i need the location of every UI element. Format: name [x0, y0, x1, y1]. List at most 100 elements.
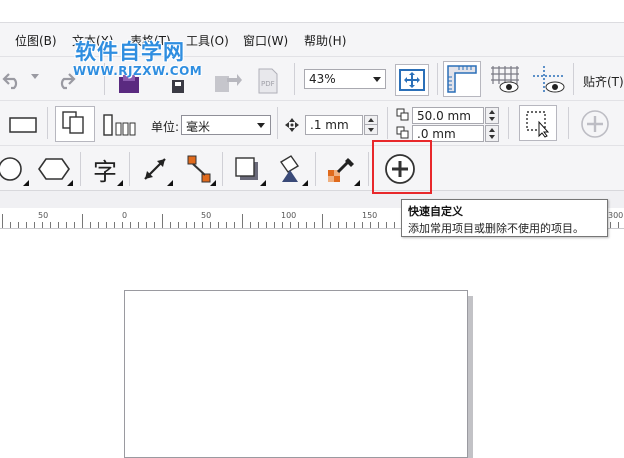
separator — [437, 63, 438, 95]
ruler-label: 0 — [122, 211, 128, 220]
title-strip — [0, 0, 624, 22]
ruler-tick — [226, 222, 227, 228]
duplicate-x-input[interactable]: 50.0 mm — [412, 107, 484, 124]
ruler-tick — [26, 222, 27, 228]
ruler-tick — [266, 222, 267, 228]
ruler-tick — [178, 222, 179, 228]
nudge-distance-input[interactable]: .1 mm — [305, 115, 363, 135]
ruler-tick — [394, 222, 395, 228]
zoom-level-select[interactable]: 43% — [304, 69, 386, 89]
menu-window[interactable]: 窗口(W) — [243, 32, 288, 49]
units-select[interactable]: 毫米 — [181, 115, 271, 135]
treat-as-filled-icon[interactable] — [519, 105, 557, 141]
ruler-tick — [290, 222, 291, 228]
ruler-tick — [234, 222, 235, 228]
publish-pdf-icon[interactable]: PDF — [254, 66, 282, 96]
full-screen-preview-icon[interactable] — [395, 64, 429, 96]
ruler-tick — [122, 222, 123, 228]
ruler-label: 100 — [281, 211, 297, 220]
menu-help[interactable]: 帮助(H) — [304, 32, 346, 49]
flyout-indicator-icon — [167, 180, 173, 186]
undo-icon[interactable] — [0, 67, 26, 93]
separator — [368, 152, 369, 186]
chevron-down-icon — [257, 123, 265, 128]
ruler-label: 50 — [201, 211, 212, 220]
ruler-tick — [362, 222, 363, 228]
ruler-tick — [90, 222, 91, 228]
separator — [294, 63, 295, 95]
ruler-tick — [274, 222, 275, 228]
menu-bitmap[interactable]: 位图(B) — [15, 32, 57, 49]
ruler-tick — [354, 222, 355, 228]
flyout-indicator-icon — [23, 180, 29, 186]
document-page[interactable] — [124, 290, 468, 458]
units-label: 单位: — [151, 120, 180, 134]
app-window: 位图(B) 文本(X) 表格(T) 工具(O) 窗口(W) 帮助(H) PDF … — [0, 0, 624, 458]
snap-to-menu[interactable]: 贴齐(T) — [583, 73, 624, 90]
ruler-tick — [162, 214, 163, 228]
text-tool-glyph: 字 — [93, 157, 117, 186]
menu-tools[interactable]: 工具(O) — [186, 32, 229, 49]
drop-shadow-tool-icon[interactable] — [230, 152, 264, 186]
duplicate-y-spinner[interactable] — [485, 125, 499, 142]
ruler-tick — [66, 222, 67, 228]
ruler-tick — [386, 222, 387, 228]
separator — [222, 152, 223, 186]
ruler-tick — [114, 222, 115, 228]
page-shadow — [468, 296, 473, 458]
ruler-tick — [154, 222, 155, 228]
property-bar: 单位: 毫米 .1 mm 50.0 mm .0 mm — [0, 100, 624, 145]
all-pages-icon[interactable] — [55, 106, 95, 142]
ruler-tick — [258, 222, 259, 228]
duplicate-x-spinner[interactable] — [485, 107, 499, 124]
separator — [129, 152, 130, 186]
watermark-title: 软件自学网 — [75, 40, 185, 64]
export-arrow-icon[interactable] — [210, 67, 244, 97]
ruler-label: 150 — [362, 211, 378, 220]
flyout-indicator-icon — [210, 180, 216, 186]
ruler-tick — [338, 222, 339, 228]
nudge-spinner[interactable] — [364, 115, 378, 135]
ruler-tick — [106, 222, 107, 228]
ruler-label: 50 — [38, 211, 49, 220]
ruler-tick — [138, 222, 139, 228]
duplicate-y-value: .0 mm — [417, 127, 456, 141]
flyout-indicator-icon — [302, 180, 308, 186]
ruler-tick — [10, 222, 11, 228]
current-page-icon[interactable] — [100, 110, 138, 140]
ruler-tick — [58, 222, 59, 228]
flyout-indicator-icon — [354, 180, 360, 186]
ruler-tick — [250, 222, 251, 228]
duplicate-y-icon — [395, 125, 411, 141]
flyout-indicator-icon — [260, 180, 266, 186]
ruler-tick — [282, 222, 283, 228]
ruler-tick — [378, 222, 379, 228]
separator — [80, 152, 81, 186]
ruler-tick — [42, 222, 43, 228]
flyout-indicator-icon — [117, 180, 123, 186]
show-grid-icon[interactable] — [486, 61, 524, 97]
ruler-tick — [218, 222, 219, 228]
ruler-tick — [50, 222, 51, 228]
show-rulers-icon[interactable] — [443, 61, 481, 97]
ruler-tick — [194, 222, 195, 228]
ruler-tick — [346, 222, 347, 228]
show-guidelines-icon[interactable] — [528, 61, 568, 97]
undo-dropdown-icon[interactable] — [30, 72, 40, 82]
ruler-tick — [618, 222, 619, 228]
ruler-tick — [34, 222, 35, 228]
ruler-tick — [2, 214, 3, 228]
tooltip-description: 添加常用项目或删除不使用的项目。 — [408, 222, 584, 235]
ruler-tick — [130, 222, 131, 228]
highlight-box — [372, 140, 432, 194]
separator — [315, 152, 316, 186]
ruler-tick — [98, 222, 99, 228]
quick-customize-icon[interactable] — [578, 107, 612, 141]
ruler-tick — [322, 214, 323, 228]
landscape-page-icon[interactable] — [6, 113, 40, 137]
nudge-icon — [284, 117, 300, 133]
ruler-tick — [306, 222, 307, 228]
separator — [508, 107, 509, 139]
duplicate-x-value: 50.0 mm — [417, 109, 471, 123]
ruler-tick — [170, 222, 171, 228]
